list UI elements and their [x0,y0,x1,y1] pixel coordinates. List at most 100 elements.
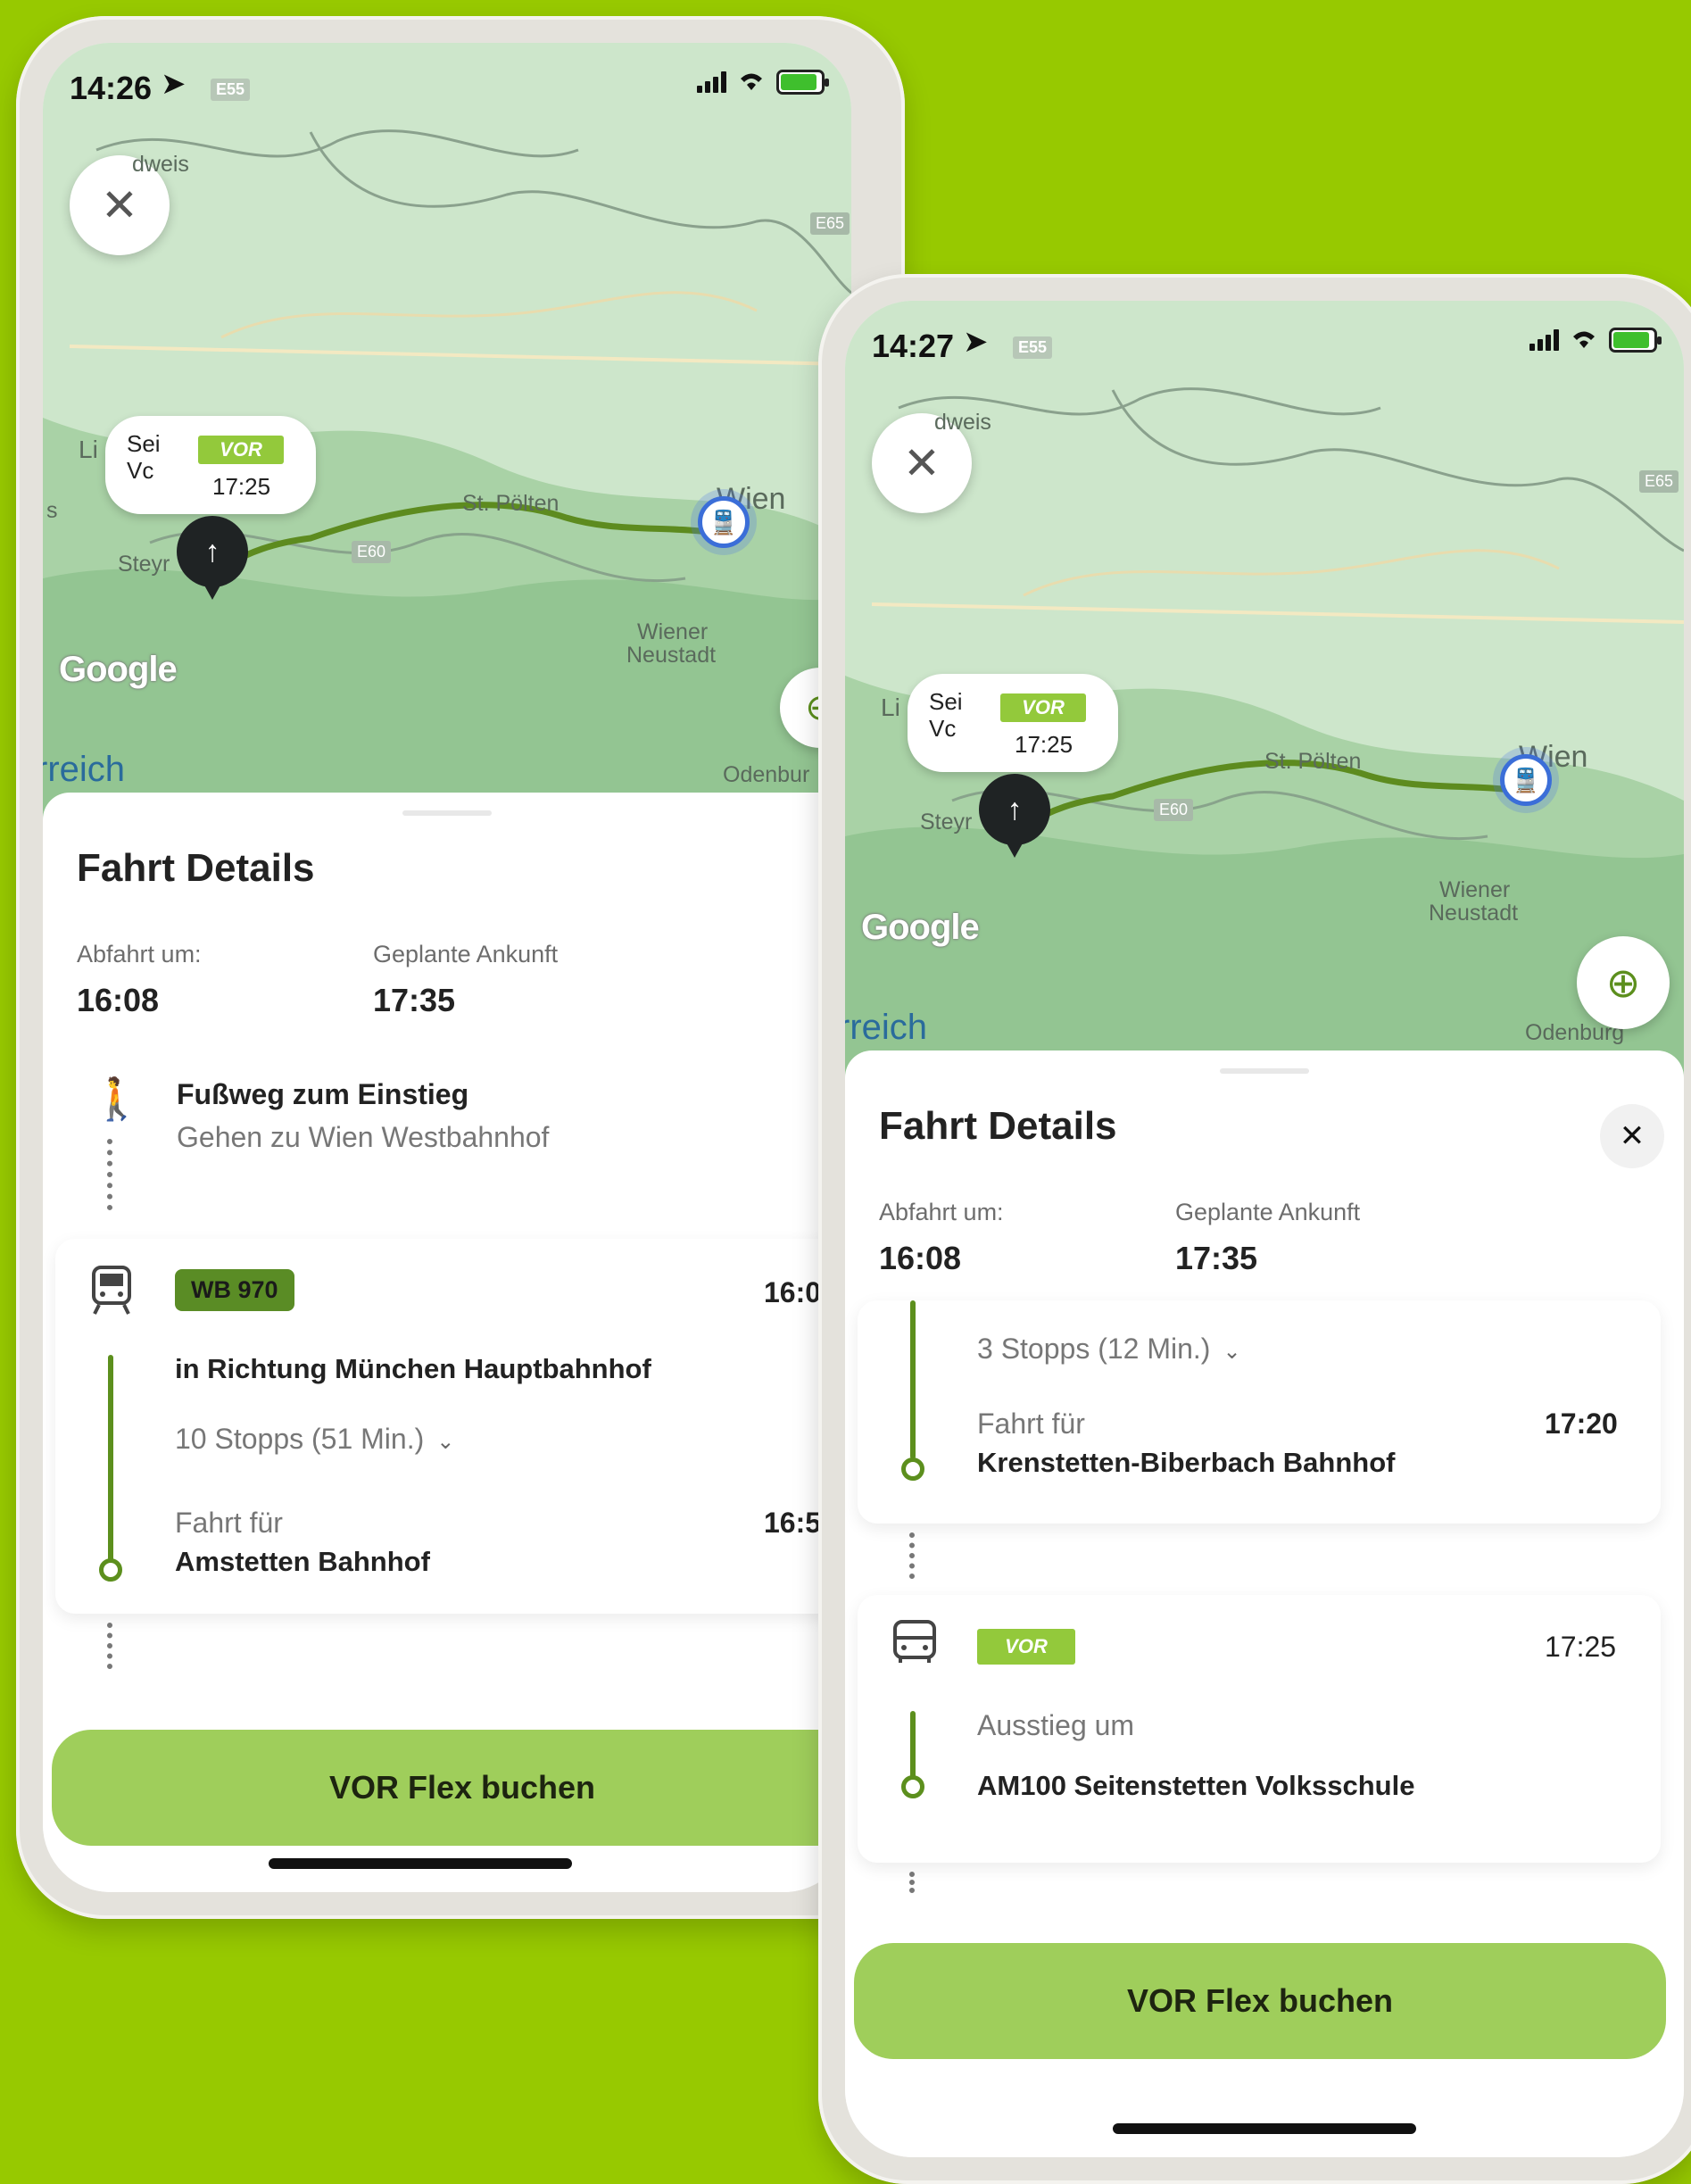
arrival-label: Geplante Ankunft [1175,1199,1361,1225]
close-sheet-button[interactable]: ✕ [1600,1104,1664,1168]
book-vor-flex-button[interactable]: VOR Flex buchen [854,1943,1666,2059]
book-vor-flex-button[interactable]: VOR Flex buchen [52,1730,851,1846]
google-attribution: Google [861,908,980,947]
map-label: St. Pölten [1264,749,1362,774]
wifi-icon [1573,331,1595,348]
leg-connector [909,1532,915,1579]
locate-button[interactable]: ⊕ [1577,936,1670,1029]
status-bar: 14:26 ➤ E55 [43,64,851,118]
vor-flex-logo: VOR [198,436,284,464]
screen: 14:27 ➤ E55 ✕ dweis E65 St. Pölten Wien … [845,301,1684,2157]
close-icon: ✕ [1619,1119,1645,1153]
callout-line: Sei [929,688,963,715]
stops-toggle[interactable]: 10 Stopps (51 Min.) ⌄ [175,1423,454,1456]
train-station-icon: 🚆 [698,496,750,548]
train-direction: in Richtung München Hauptbahnhof [175,1353,651,1384]
map-label: Neustadt [626,643,717,668]
stop-marker-icon [901,1775,924,1798]
map-label: rreich [43,750,126,789]
wifi-icon [741,73,762,90]
map-label: St. Pölten [462,491,560,516]
train-station-icon: 🚆 [1500,754,1552,806]
walk-icon: 🚶 [91,1075,143,1122]
map-road-tag: E65 [1639,470,1679,493]
route-line [910,1711,916,1779]
vor-flex-logo: VOR [977,1629,1075,1665]
stop-marker-icon [901,1457,924,1481]
map[interactable]: 14:26 ➤ E55 ✕ dweis E65 St. Pölten Wien … [43,43,851,819]
map-road-tag: E60 [1154,799,1194,821]
map-label: Li [79,436,98,463]
train-leg-card[interactable]: 3 Stopps (12 Min.) ⌄ Fahrt für Krenstette… [858,1300,1661,1524]
ride-label: Fahrt für [175,1507,283,1539]
status-time: 14:27 [872,328,955,364]
map-callout[interactable]: Sei Vc VOR 17:25 [105,416,316,514]
map-label: Wiener [637,619,709,644]
status-time: 14:26 [70,70,153,106]
stops-toggle[interactable]: 3 Stopps (12 Min.) ⌄ [977,1333,1241,1366]
map-label: Steyr [920,810,973,835]
exit-stop: AM100 Seitenstetten Volksschule [977,1770,1415,1801]
line-badge: WB 970 [175,1269,294,1311]
callout-line: Sei [127,430,161,457]
location-arrow-icon: ➤ [963,325,989,359]
map-label: Neustadt [1429,901,1519,926]
walk-connector [107,1139,112,1210]
status-road-tag: E55 [1013,336,1053,359]
callout-line: Vc [127,457,154,484]
flex-leg-card[interactable]: VOR 17:25 Ausstieg um AM100 Seitenstette… [858,1595,1661,1863]
arrival-value: 17:35 [373,982,456,1018]
crosshair-icon: ⊕ [1605,959,1641,1006]
arrival-value: 17:35 [1175,1240,1258,1276]
phone-mockup-right: 14:27 ➤ E55 ✕ dweis E65 St. Pölten Wien … [818,274,1691,2184]
ride-stop: Amstetten Bahnhof [175,1546,430,1577]
signal-icon [697,71,726,93]
map-callout[interactable]: Sei Vc VOR 17:25 [908,674,1118,772]
stops-count: 3 Stopps (12 Min.) [977,1333,1211,1365]
arrival-label: Geplante Ankunft [373,941,559,967]
map-road-tag: E65 [810,212,850,235]
sheet-title: Fahrt Details [77,846,315,890]
map[interactable]: 14:27 ➤ E55 ✕ dweis E65 St. Pölten Wien … [845,301,1684,1077]
route-line [910,1300,916,1459]
map-road-tag: E60 [352,541,392,563]
ride-label: Fahrt für [977,1408,1085,1440]
sheet-handle[interactable] [1220,1068,1309,1074]
map-label: rreich [845,1008,928,1047]
location-arrow-icon: ➤ [161,67,187,101]
close-icon: ✕ [101,180,138,230]
battery-icon [776,70,829,95]
chevron-down-icon: ⌄ [1223,1340,1241,1364]
google-attribution: Google [59,650,178,689]
trip-details-sheet: Fahrt Details Abfahrt um: 16:08 Geplante… [43,793,851,1892]
screen: 14:26 ➤ E55 ✕ dweis E65 St. Pölten Wien … [43,43,851,1892]
home-indicator [1113,2123,1416,2134]
close-icon: ✕ [903,438,941,488]
battery-icon [1609,328,1662,353]
callout-time: 17:25 [1015,731,1073,758]
departure-label: Abfahrt um: [77,941,202,967]
map-label: s [46,498,58,523]
start-pin-icon[interactable]: ↑ [177,516,248,600]
status-bar: 14:27 ➤ E55 [845,322,1684,376]
route-line [108,1355,113,1562]
flex-departure-time: 17:25 [1545,1631,1617,1663]
map-label: dweis [132,152,189,177]
status-road-tag: E55 [211,79,251,101]
exit-label: Ausstieg um [977,1709,1135,1741]
walk-title: Fußweg zum Einstieg [177,1078,469,1110]
ride-stop: Krenstetten-Biberbach Bahnhof [977,1447,1396,1478]
map-label: Li [881,693,900,721]
chevron-down-icon: ⌄ [436,1430,455,1454]
signal-icon [1529,329,1559,351]
train-leg-card[interactable]: WB 970 16:08 in Richtung München Hauptba… [55,1239,851,1614]
train-icon [92,1266,131,1315]
stops-count: 10 Stopps (51 Min.) [175,1423,425,1455]
start-pin-icon[interactable]: ↑ [979,774,1050,858]
vor-flex-logo: VOR [1000,693,1086,722]
phone-mockup-left: 14:26 ➤ E55 ✕ dweis E65 St. Pölten Wien … [16,16,905,1919]
map-label: Steyr [118,552,170,577]
walk-subtitle: Gehen zu Wien Westbahnhof [177,1121,550,1153]
callout-line: Vc [929,715,957,742]
sheet-handle[interactable] [402,810,492,816]
